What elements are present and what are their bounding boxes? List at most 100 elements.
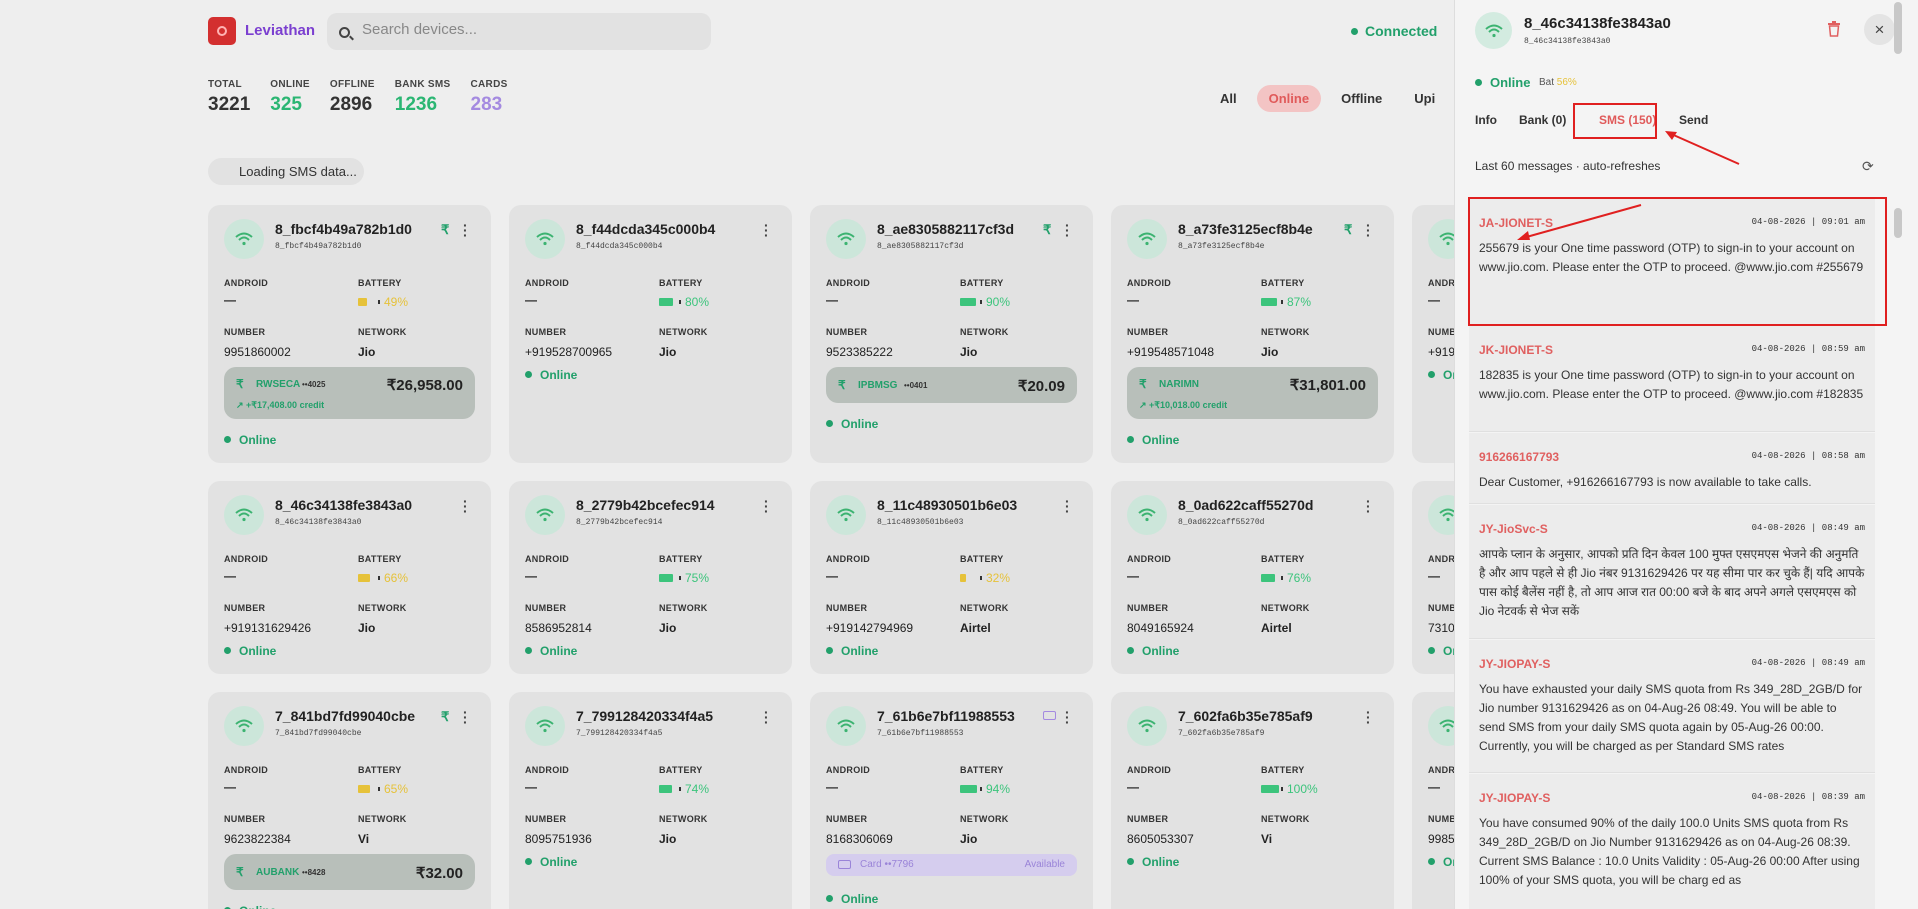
more-options-icon[interactable]: · · · — [1366, 494, 1371, 518]
device-subid: 8_f44dcda345c000b4 — [576, 242, 663, 251]
device-card[interactable]: 8_f44dcda345c000b4 8_f44dcda345c000b4 · · … — [509, 205, 792, 463]
battery-label: BATTERY — [659, 765, 703, 775]
filter-online[interactable]: Online — [1256, 85, 1322, 112]
device-card[interactable]: 8_0ad622caff55270d 8_0ad622caff55270d · · … — [1111, 481, 1394, 674]
network-label: NETWORK — [1261, 603, 1310, 613]
brand-name: Leviathan — [245, 22, 316, 39]
sms-sender: JY-JIOPAY-S — [1479, 657, 1551, 671]
close-icon: × — [1874, 20, 1885, 39]
device-card[interactable]: 7_841bd7fd99040cbe 7_841bd7fd99040cbe ₹ · ·… — [208, 692, 491, 909]
device-card[interactable]: 7_61b6e7bf11988553 7_61b6e7bf11988553 · · … — [810, 692, 1093, 909]
device-subid: 8_a73fe3125ecf8b4e — [1178, 242, 1265, 251]
refresh-icon[interactable]: ⟳ — [1862, 159, 1876, 173]
more-options-icon[interactable]: · · · — [1366, 218, 1371, 242]
device-detail-panel: 8_46c34138fe3843a0 8_46c34138fe3843a0 × … — [1454, 0, 1918, 909]
more-options-icon[interactable]: · · · — [1065, 218, 1070, 242]
device-card[interactable]: 7_602fa6b35e785af9 7_602fa6b35e785af9 · · … — [1111, 692, 1394, 909]
number-label: NUMBER — [1127, 327, 1169, 337]
sms-message[interactable]: JY-JioSvc-S 04-08-2026 | 08:49 am आपके प्ल… — [1469, 505, 1875, 639]
bank-amount: ₹31,801.00 — [1289, 377, 1366, 394]
loading-indicator: Loading SMS data... — [208, 158, 364, 185]
more-options-icon[interactable]: · · · — [1366, 705, 1371, 729]
search-input[interactable] — [362, 21, 692, 38]
number-value: 8605053307 — [1127, 832, 1194, 846]
status-online: Online — [1127, 433, 1179, 447]
device-card[interactable]: 8_fbcf4b49a782b1d0 8_fbcf4b49a782b1d0 ₹ · ·… — [208, 205, 491, 463]
bank-summary[interactable]: ₹ RWSECA ••4025 ₹26,958.00 ↗ +₹17,408.00 cre… — [224, 367, 475, 419]
status-online: Online — [525, 368, 577, 382]
filter-offline[interactable]: Offline — [1329, 85, 1394, 112]
tab-info[interactable]: Info — [1475, 113, 1497, 127]
sms-body: 182835 is your One time password (OTP) t… — [1479, 368, 1864, 401]
bank-summary[interactable]: ₹ AUBANK ••8428 ₹32.00 — [224, 854, 475, 890]
more-options-icon[interactable]: · · · — [1065, 494, 1070, 518]
scrollbar[interactable] — [1893, 0, 1903, 909]
wifi-icon — [525, 706, 565, 746]
network-value: Vi — [358, 832, 370, 846]
sms-body: You have exhausted your daily SMS quota … — [1479, 682, 1863, 753]
stat-label: BANK SMS — [394, 79, 451, 90]
stat-value: 325 — [270, 94, 302, 115]
device-card[interactable]: 7_799128420334f4a5 7_799128420334f4a5 · · … — [509, 692, 792, 909]
card-state: Available — [1024, 859, 1065, 870]
sms-message[interactable]: 916266167793 04-08-2026 | 08:58 am Dear Cu… — [1469, 433, 1875, 504]
wifi-icon — [224, 495, 264, 535]
battery-label: BATTERY — [960, 554, 1004, 564]
device-subid: 7_61b6e7bf11988553 — [877, 729, 964, 738]
battery-value: 65% — [384, 782, 409, 796]
device-subid: 8_ae8305882117cf3d — [877, 242, 964, 251]
device-id: 8_0ad622caff55270d — [1178, 497, 1314, 513]
battery-icon — [358, 574, 380, 582]
device-card[interactable]: 8_ae8305882117cf3d 8_ae8305882117cf3d ₹ · ·… — [810, 205, 1093, 463]
network-label: NETWORK — [960, 603, 1009, 613]
device-subid: 7_799128420334f4a5 — [576, 729, 663, 738]
sms-date: 04-08-2026 | 08:59 am — [1751, 344, 1865, 354]
more-options-icon[interactable]: · · · — [463, 705, 468, 729]
network-label: NETWORK — [659, 327, 708, 337]
trash-icon[interactable] — [1827, 21, 1841, 37]
wifi-icon — [525, 219, 565, 259]
filter-all[interactable]: All — [1208, 85, 1249, 112]
stat-item: OFFLINE 2896 — [330, 79, 375, 116]
bank-summary[interactable]: ₹ NARIMN ₹31,801.00 ↗ +₹10,018.00 credit — [1127, 367, 1378, 419]
more-options-icon[interactable]: · · · — [764, 494, 769, 518]
status-online: Online — [525, 855, 577, 869]
tab-send[interactable]: Send — [1679, 113, 1708, 127]
tab-bank[interactable]: Bank (0) — [1519, 113, 1566, 127]
battery-label: BATTERY — [960, 278, 1004, 288]
search-box[interactable] — [327, 13, 711, 50]
sms-message[interactable]: JY-JIOPAY-S 04-08-2026 | 08:39 am You have… — [1469, 774, 1875, 909]
number-label: NUMBER — [224, 814, 266, 824]
device-card[interactable]: 8_2779b42bcefec914 8_2779b42bcefec914 · · … — [509, 481, 792, 674]
more-options-icon[interactable]: · · · — [764, 705, 769, 729]
card-summary[interactable]: Card ••7796 Available — [826, 854, 1077, 876]
more-options-icon[interactable]: · · · — [463, 494, 468, 518]
sms-body: You have consumed 90% of the daily 100.0… — [1479, 816, 1860, 887]
wifi-icon — [826, 495, 866, 535]
battery-icon — [960, 785, 982, 793]
close-button[interactable]: × — [1864, 14, 1895, 45]
bank-amount: ₹26,958.00 — [386, 377, 463, 394]
number-value: 8586952814 — [525, 621, 592, 635]
status-filters: All Online Offline Upi — [1208, 85, 1447, 112]
os-label: ANDROID — [1127, 765, 1172, 775]
os-label: ANDROID — [525, 278, 570, 288]
sms-sender: JK-JIONET-S — [1479, 343, 1554, 357]
sms-message[interactable]: JY-JIOPAY-S 04-08-2026 | 08:49 am You have… — [1469, 640, 1875, 773]
network-value: Jio — [659, 621, 677, 635]
sms-message[interactable]: JK-JIONET-S 04-08-2026 | 08:59 am 182835 i… — [1469, 326, 1875, 432]
more-options-icon[interactable]: · · · — [463, 218, 468, 242]
device-card[interactable]: 8_a73fe3125ecf8b4e 8_a73fe3125ecf8b4e ₹ · ·… — [1111, 205, 1394, 463]
more-options-icon[interactable]: · · · — [1065, 705, 1070, 729]
stat-item: BANK SMS 1236 — [395, 79, 451, 116]
bank-summary[interactable]: ₹ IPBMSG ••0401 ₹20.09 — [826, 367, 1077, 403]
bank-name: AUBANK — [256, 867, 300, 878]
more-options-icon[interactable]: · · · — [764, 218, 769, 242]
os-value: — — [525, 293, 537, 307]
rupee-icon: ₹ — [441, 222, 450, 237]
device-card[interactable]: 8_46c34138fe3843a0 8_46c34138fe3843a0 · · … — [208, 481, 491, 674]
number-label: NUMBER — [826, 814, 868, 824]
stat-label: ONLINE — [270, 79, 310, 90]
device-card[interactable]: 8_11c48930501b6e03 8_11c48930501b6e03 · · … — [810, 481, 1093, 674]
filter-upi[interactable]: Upi — [1402, 85, 1447, 112]
